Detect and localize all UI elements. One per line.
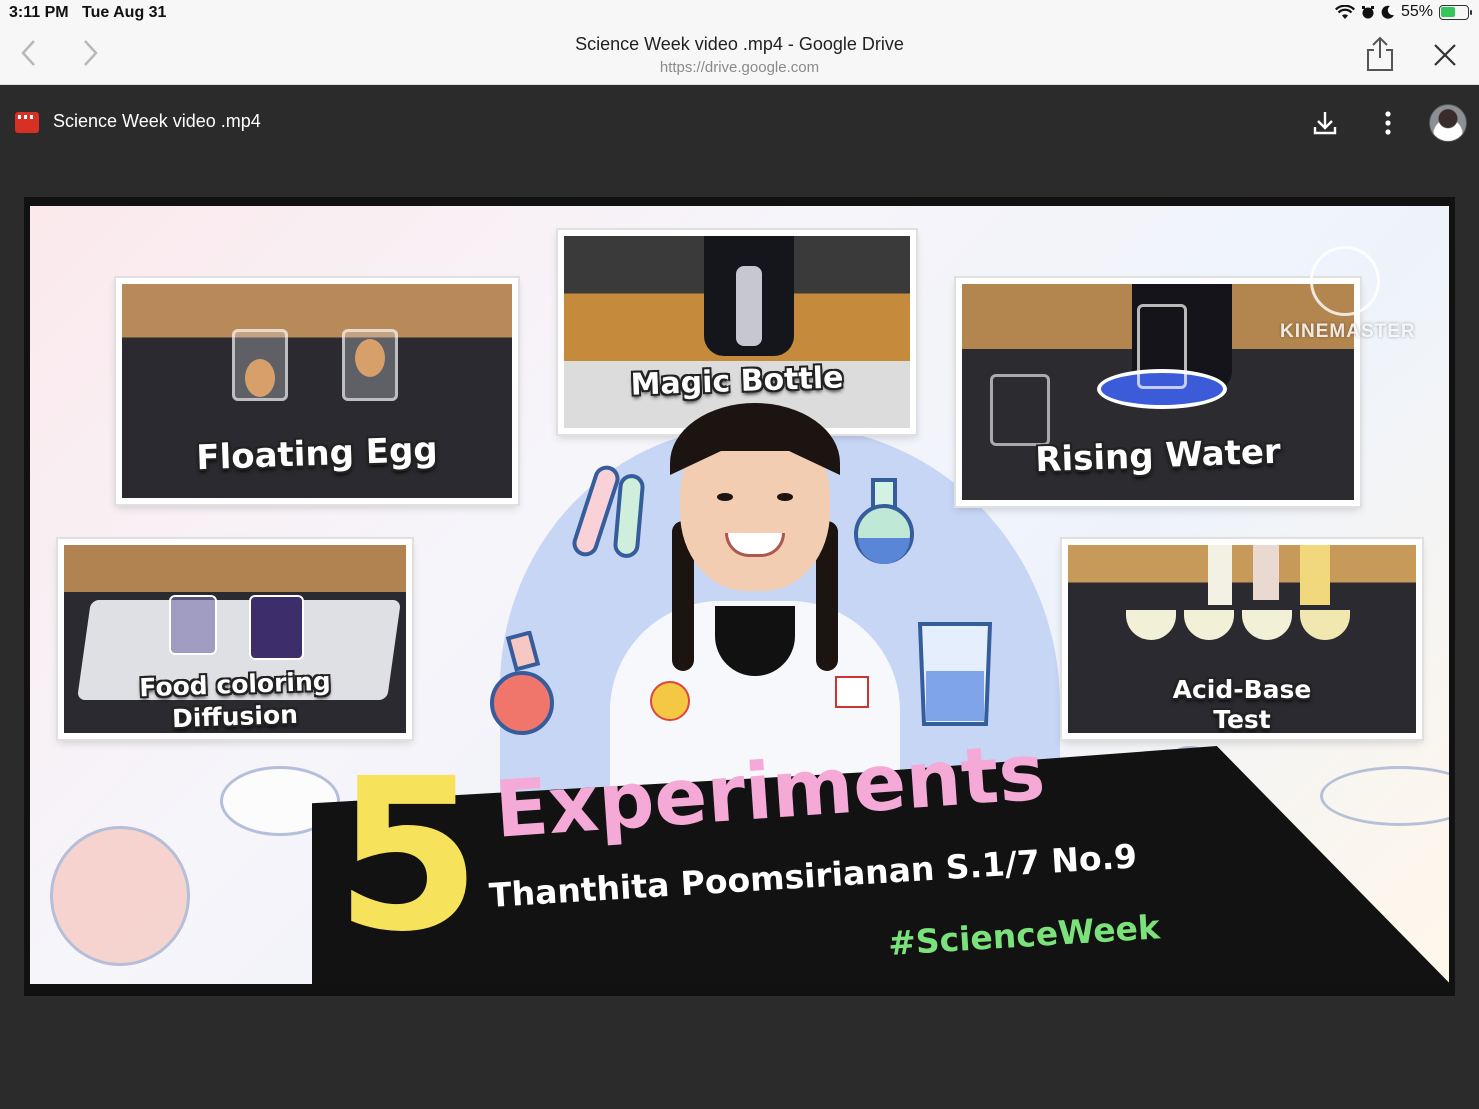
doodle-decoration: [50, 826, 190, 966]
thumb-label-line2: Test: [1213, 705, 1271, 734]
more-vert-icon: [1385, 111, 1391, 135]
wifi-icon: [1334, 4, 1355, 19]
download-icon: [1313, 112, 1337, 135]
close-icon: [1434, 44, 1456, 66]
status-time: 3:11 PM: [9, 4, 69, 21]
thumb-label: Acid-Base: [1172, 675, 1312, 704]
moon-icon: [1381, 5, 1394, 19]
doodle-decoration: [1320, 766, 1449, 826]
beaker-icon: [917, 622, 993, 726]
headline-number: 5: [335, 733, 482, 978]
alarm-icon: [1361, 6, 1374, 19]
status-indicators: 55%: [1334, 3, 1472, 21]
watermark-text: KINEMASTER: [1280, 321, 1416, 342]
page-url: https://drive.google.com: [659, 59, 820, 76]
close-button[interactable]: [1432, 42, 1458, 68]
thumb-floating-egg: Floating Egg: [116, 278, 518, 504]
download-button[interactable]: [1312, 109, 1338, 137]
video-file-icon: [15, 112, 39, 133]
page-title: Science Week video .mp4 - Google Drive: [575, 34, 904, 54]
drive-toolbar: Science Week video .mp4: [0, 85, 1479, 161]
more-options-button[interactable]: [1376, 109, 1400, 137]
battery-percent: 55%: [1400, 3, 1433, 20]
file-name: Science Week video .mp4: [53, 111, 261, 131]
battery-icon: [1439, 4, 1472, 20]
video-frame: Floating Egg Magic Bottle Rising Water F…: [30, 206, 1449, 984]
browser-header: Science Week video .mp4 - Google Drive h…: [0, 26, 1479, 85]
status-bar: 3:11 PM Tue Aug 31 55%: [0, 0, 1479, 26]
share-icon: [1367, 36, 1393, 71]
share-button[interactable]: [1365, 36, 1395, 72]
kinemaster-watermark: KINEMASTER: [1280, 246, 1415, 346]
thumb-acid-base: Acid-Base Test: [1062, 539, 1422, 739]
thumb-food-coloring: Food coloring Diffusion: [58, 539, 412, 739]
account-avatar[interactable]: [1429, 104, 1467, 142]
video-player[interactable]: Floating Egg Magic Bottle Rising Water F…: [24, 197, 1455, 996]
red-flask-icon: [490, 631, 554, 735]
status-date: Tue Aug 31: [82, 4, 167, 21]
